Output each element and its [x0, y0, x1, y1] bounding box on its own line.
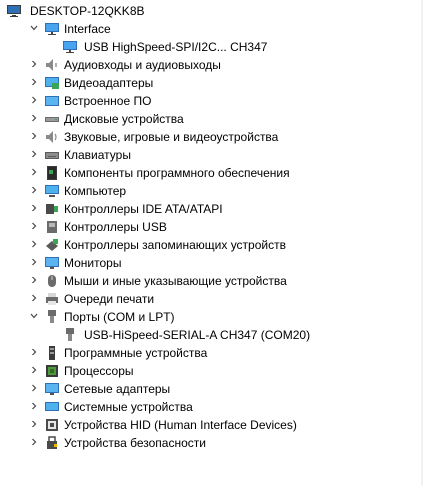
category-software-devices[interactable]: Программные устройства — [0, 344, 420, 362]
category-label: Контроллеры USB — [64, 220, 167, 234]
network-adapter-icon — [44, 381, 60, 397]
chevron-down-icon[interactable] — [28, 20, 40, 38]
category-sound-devices[interactable]: Звуковые, игровые и видеоустройства — [0, 128, 420, 146]
category-label: Порты (COM и LPT) — [64, 310, 175, 324]
device-item[interactable]: USB HighSpeed-SPI/I2C... CH347 — [0, 38, 420, 56]
category-ports[interactable]: Порты (COM и LPT) — [0, 308, 420, 326]
monitor-icon — [62, 39, 78, 55]
category-label: Компоненты программного обеспечения — [64, 166, 290, 180]
chevron-down-icon[interactable] — [28, 308, 40, 326]
device-item[interactable]: USB-HiSpeed-SERIAL-A CH347 (COM20) — [0, 326, 420, 344]
chevron-right-icon[interactable] — [28, 380, 40, 398]
category-label: Аудиовходы и аудиовыходы — [64, 58, 221, 72]
speaker-icon — [44, 57, 60, 73]
chevron-right-icon[interactable] — [28, 344, 40, 362]
category-label: Системные устройства — [64, 400, 193, 414]
category-label: Контроллеры IDE ATA/ATAPI — [64, 202, 223, 216]
chevron-right-icon[interactable] — [28, 236, 40, 254]
tree-root-label: DESKTOP-12QKK8B — [30, 4, 145, 18]
chevron-right-icon[interactable] — [28, 146, 40, 164]
chevron-right-icon[interactable] — [28, 416, 40, 434]
chevron-right-icon[interactable] — [28, 110, 40, 128]
firmware-icon — [44, 93, 60, 109]
chevron-right-icon[interactable] — [28, 164, 40, 182]
sound-icon — [44, 129, 60, 145]
monitor-icon — [44, 255, 60, 271]
device-tree: DESKTOP-12QKK8B Interface USB HighSpeed-… — [0, 2, 420, 452]
computer-monitor-icon — [44, 183, 60, 199]
category-label: Звуковые, игровые и видеоустройства — [64, 130, 279, 144]
software-device-icon — [44, 345, 60, 361]
category-security-devices[interactable]: Устройства безопасности — [0, 434, 420, 452]
system-device-icon — [44, 399, 60, 415]
chevron-right-icon[interactable] — [28, 128, 40, 146]
category-label: Interface — [64, 22, 111, 36]
category-label: Очереди печати — [64, 292, 155, 306]
device-label: USB HighSpeed-SPI/I2C... CH347 — [84, 40, 268, 54]
category-label: Устройства HID (Human Interface Devices) — [64, 418, 297, 432]
disk-drive-icon — [44, 111, 60, 127]
category-keyboards[interactable]: Клавиатуры — [0, 146, 420, 164]
category-label: Мониторы — [64, 256, 122, 270]
category-computer[interactable]: Компьютер — [0, 182, 420, 200]
chevron-right-icon[interactable] — [28, 254, 40, 272]
monitor-icon — [44, 21, 60, 37]
category-label: Видеоадаптеры — [64, 76, 154, 90]
chevron-right-icon[interactable] — [28, 74, 40, 92]
printer-icon — [44, 291, 60, 307]
processor-icon — [44, 363, 60, 379]
usb-controller-icon — [44, 219, 60, 235]
chevron-right-icon[interactable] — [28, 398, 40, 416]
category-label: Дисковые устройства — [64, 112, 184, 126]
category-display-adapters[interactable]: Видеоадаптеры — [0, 74, 420, 92]
port-icon — [44, 309, 60, 325]
category-hid[interactable]: Устройства HID (Human Interface Devices) — [0, 416, 420, 434]
chevron-right-icon[interactable] — [28, 200, 40, 218]
port-icon — [62, 327, 78, 343]
display-adapter-icon — [44, 75, 60, 91]
category-system-devices[interactable]: Системные устройства — [0, 398, 420, 416]
software-component-icon — [44, 165, 60, 181]
category-label: Программные устройства — [64, 346, 208, 360]
keyboard-icon — [44, 147, 60, 163]
category-label: Встроенное ПО — [64, 94, 152, 108]
category-label: Контроллеры запоминающих устройств — [64, 238, 286, 252]
chevron-right-icon[interactable] — [28, 362, 40, 380]
category-software-components[interactable]: Компоненты программного обеспечения — [0, 164, 420, 182]
chevron-right-icon[interactable] — [28, 272, 40, 290]
category-ide-controllers[interactable]: Контроллеры IDE ATA/ATAPI — [0, 200, 420, 218]
category-mice[interactable]: Мыши и иные указывающие устройства — [0, 272, 420, 290]
category-print-queues[interactable]: Очереди печати — [0, 290, 420, 308]
chevron-right-icon[interactable] — [28, 182, 40, 200]
security-device-icon — [44, 435, 60, 451]
computer-icon — [6, 3, 22, 19]
category-disk-drives[interactable]: Дисковые устройства — [0, 110, 420, 128]
mouse-icon — [44, 273, 60, 289]
chevron-right-icon[interactable] — [28, 290, 40, 308]
category-audio-io[interactable]: Аудиовходы и аудиовыходы — [0, 56, 420, 74]
category-label: Компьютер — [64, 184, 127, 198]
category-storage-controllers[interactable]: Контроллеры запоминающих устройств — [0, 236, 420, 254]
storage-controller-icon — [44, 237, 60, 253]
category-processors[interactable]: Процессоры — [0, 362, 420, 380]
chevron-right-icon[interactable] — [28, 218, 40, 236]
category-label: Процессоры — [64, 364, 134, 378]
category-label: Мыши и иные указывающие устройства — [64, 274, 287, 288]
category-interface[interactable]: Interface — [0, 20, 420, 38]
category-monitors[interactable]: Мониторы — [0, 254, 420, 272]
chevron-right-icon[interactable] — [28, 56, 40, 74]
tree-root[interactable]: DESKTOP-12QKK8B — [0, 2, 420, 20]
category-label: Сетевые адаптеры — [64, 382, 171, 396]
category-label: Устройства безопасности — [64, 436, 206, 450]
chevron-right-icon[interactable] — [28, 92, 40, 110]
ide-controller-icon — [44, 201, 60, 217]
chevron-right-icon[interactable] — [28, 434, 40, 452]
device-label: USB-HiSpeed-SERIAL-A CH347 (COM20) — [84, 328, 311, 342]
hid-icon — [44, 417, 60, 433]
category-firmware[interactable]: Встроенное ПО — [0, 92, 420, 110]
category-label: Клавиатуры — [64, 148, 131, 162]
category-network-adapters[interactable]: Сетевые адаптеры — [0, 380, 420, 398]
category-usb-controllers[interactable]: Контроллеры USB — [0, 218, 420, 236]
